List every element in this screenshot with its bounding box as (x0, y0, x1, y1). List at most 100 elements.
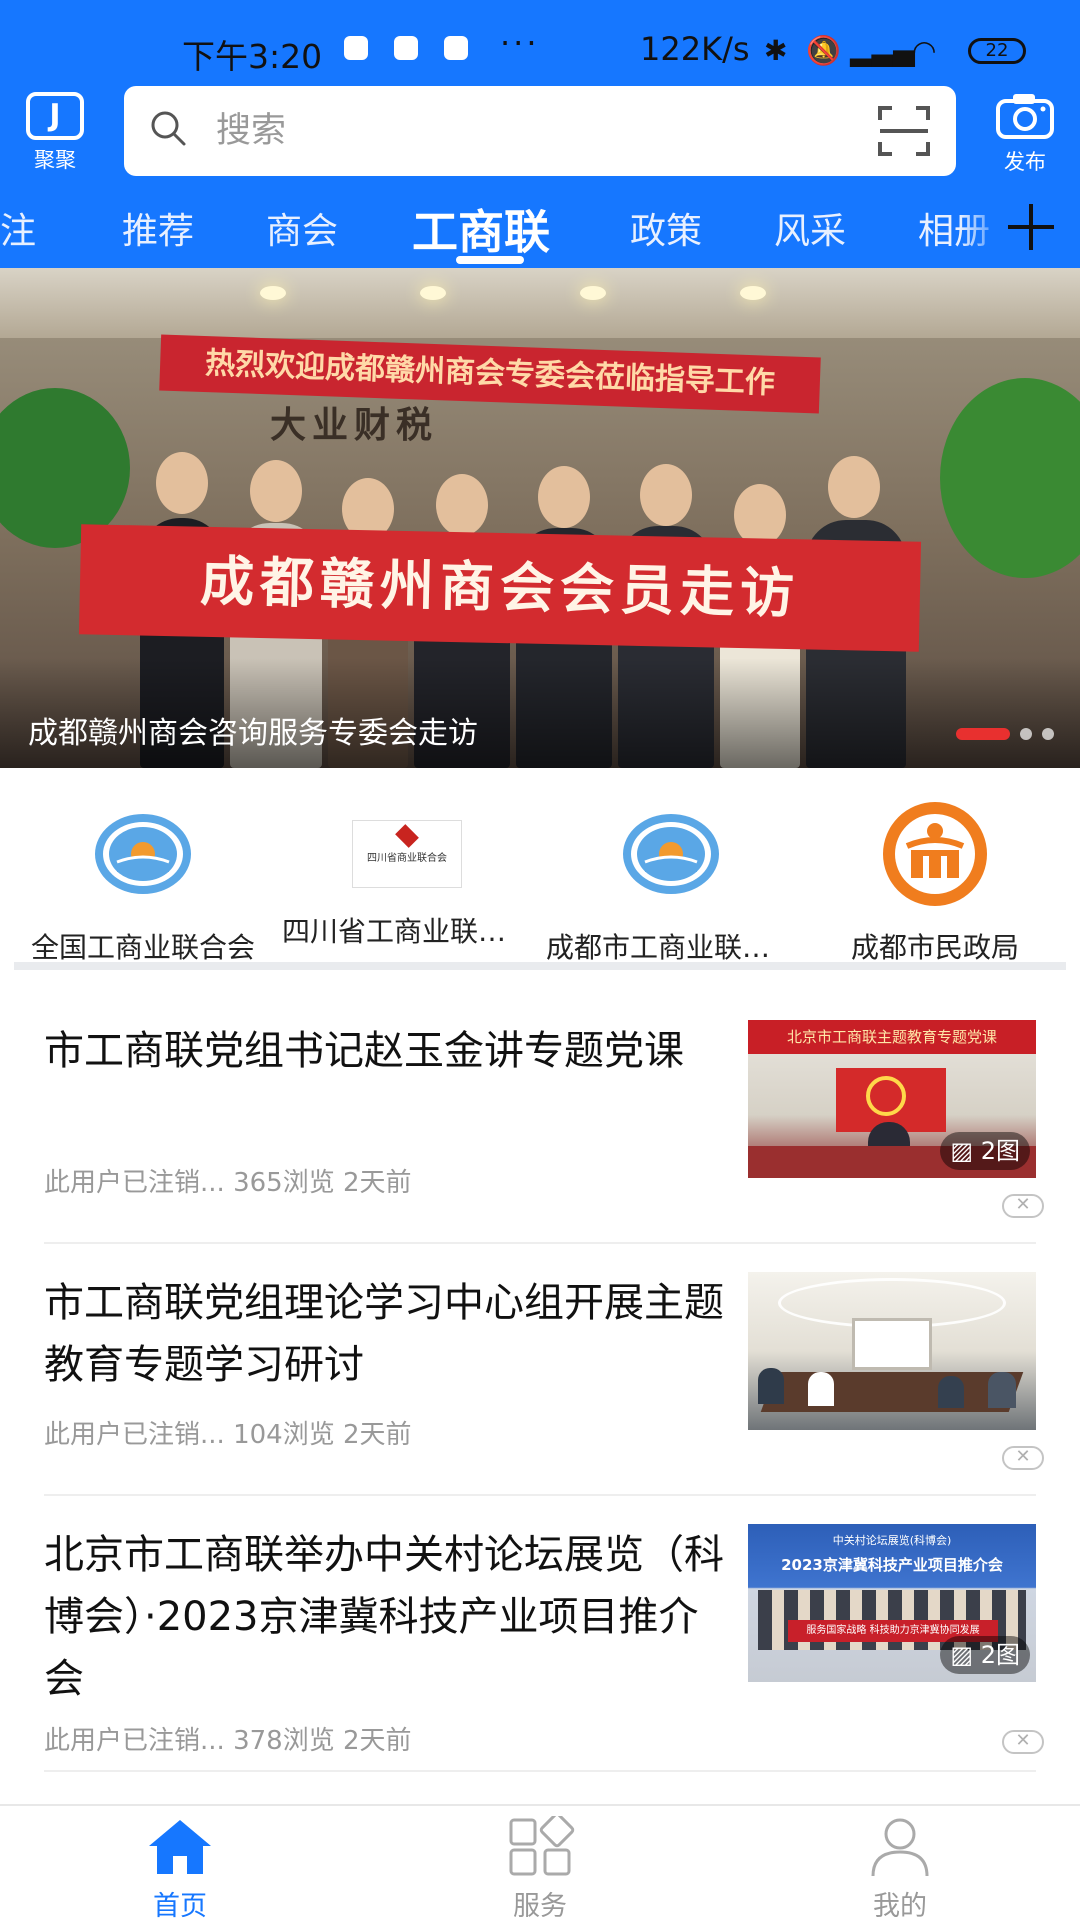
row-divider (44, 1770, 1036, 1772)
category-tabs: 关注 推荐 商会 工商联 政策 风采 相册 (0, 192, 1080, 268)
service-grid-icon (509, 1812, 575, 1876)
carousel-dot (1020, 728, 1032, 740)
battery-icon: 22 (968, 38, 1026, 64)
shortcut-label: 成都市工商业联合会 (546, 931, 799, 964)
home-icon (149, 1820, 211, 1874)
news-views: 378浏览 (233, 1726, 335, 1756)
news-feed: 市工商联党组书记赵玉金讲专题党课 北京市工商联主题教育专题党课 ▨ 2图 此用户… (0, 990, 1080, 1810)
news-views: 104浏览 (233, 1420, 335, 1450)
status-more-icon: ··· (500, 24, 540, 62)
thumb-title: 2023京津冀科技产业项目推介会 (781, 1556, 1003, 1574)
acfic-logo-icon (95, 814, 191, 894)
plant-right (940, 378, 1080, 578)
row-divider (44, 1242, 1036, 1244)
news-views: 365浏览 (233, 1168, 335, 1198)
wifi-icon: ◠ (912, 34, 937, 67)
profile-icon (871, 1818, 929, 1877)
tab-recommend[interactable]: 推荐 (122, 202, 194, 254)
add-channel-icon[interactable] (1002, 198, 1060, 256)
news-title: 市工商联党组理论学习中心组开展主题教育专题学习研讨 (44, 1280, 724, 1388)
dismiss-button[interactable]: ✕ (1002, 1446, 1044, 1470)
nav-label: 我的 (873, 1891, 927, 1920)
nav-profile[interactable]: 我的 (800, 1816, 1000, 1920)
thumb-banner: 北京市工商联主题教育专题党课 (748, 1020, 1036, 1054)
tab-chamber[interactable]: 商会 (266, 202, 338, 254)
news-meta: 此用户已注销... 104浏览 2天前 (44, 1414, 412, 1451)
search-input[interactable] (216, 96, 816, 166)
sichuan-chamber-logo-icon: 四川省商业联合会 (352, 820, 462, 888)
tab-follow[interactable]: 关注 (0, 202, 36, 254)
news-item[interactable]: 市工商联党组书记赵玉金讲专题党课 北京市工商联主题教育专题党课 ▨ 2图 此用户… (44, 1020, 1044, 1244)
news-meta: 此用户已注销... 378浏览 2天前 (44, 1720, 412, 1757)
news-author: 此用户已注销... (44, 1168, 225, 1198)
app-logo-label: 聚聚 (34, 148, 76, 172)
news-time: 2天前 (342, 1168, 412, 1198)
banner-caption: 成都赣州商会咨询服务专委会走访 (28, 716, 478, 751)
shortcut-label: 全国工商业联合会 (30, 931, 255, 964)
shortcut-label: 成都市民政局 (850, 931, 1019, 964)
carousel-dot (956, 728, 1010, 740)
mute-icon: 🔕 (806, 34, 841, 67)
app-notification-icon (444, 36, 468, 60)
bottom-navigation: 首页 服务 我的 (0, 1804, 1080, 1920)
image-icon: ▨ (950, 1641, 981, 1669)
news-title: 北京市工商联举办中关村论坛展览（科博会）·2023京津冀科技产业项目推介会 (44, 1532, 724, 1702)
news-thumbnail (748, 1272, 1036, 1430)
search-icon (151, 111, 186, 146)
app-logo-icon: J (26, 92, 84, 140)
active-tab-indicator (456, 256, 524, 264)
nav-label: 首页 (153, 1891, 207, 1920)
shortcut-sichuan-federation[interactable]: 四川省商业联合会 四川省工商业联合会 (276, 798, 538, 950)
search-bar[interactable] (124, 86, 956, 176)
news-item[interactable]: 市工商联党组理论学习中心组开展主题教育专题学习研讨 此用户已注销... 104浏… (44, 1272, 1044, 1496)
news-item[interactable]: 北京市工商联举办中关村论坛展览（科博会）·2023京津冀科技产业项目推介会 中关… (44, 1524, 1044, 1774)
news-meta: 此用户已注销... 365浏览 2天前 (44, 1162, 412, 1199)
publish-button[interactable]: 发布 (988, 92, 1062, 176)
nav-service[interactable]: 服务 (440, 1812, 640, 1920)
sichuan-logo-text: 四川省商业联合会 (367, 853, 447, 864)
banner-carousel[interactable]: 热烈欢迎成都赣州商会专委会莅临指导工作 大业财税 成都赣州商会会员走访 成都赣州… (0, 268, 1080, 768)
scan-icon[interactable] (876, 104, 932, 158)
shortcut-acfic[interactable]: 全国工商业联合会 (12, 798, 274, 966)
status-bar: 下午3:20 ··· 122K/s ✱ 🔕 ▂▃▄ ◠ 22 (0, 0, 1080, 80)
tab-policy[interactable]: 政策 (630, 202, 702, 254)
tab-federation[interactable]: 工商联 (412, 196, 550, 262)
shortcut-label: 四川省工商业联合会 (282, 915, 535, 948)
banner-ceiling (0, 268, 1080, 338)
status-time: 下午3:20 (182, 37, 323, 76)
carousel-indicator (946, 725, 1054, 744)
news-thumbnail: 北京市工商联主题教育专题党课 ▨ 2图 (748, 1020, 1036, 1178)
dismiss-button[interactable]: ✕ (1002, 1730, 1044, 1754)
section-divider (14, 962, 1066, 970)
thumb-header: 中关村论坛展览(科博会) (832, 1534, 952, 1547)
news-author: 此用户已注销... (44, 1420, 225, 1450)
acfic-logo-icon (623, 814, 719, 894)
row-divider (44, 1494, 1036, 1496)
bluetooth-icon: ✱ (764, 34, 788, 67)
tab-style[interactable]: 风采 (774, 202, 846, 254)
news-time: 2天前 (342, 1420, 412, 1450)
shortcut-civil-affairs[interactable]: 成都市民政局 (804, 798, 1066, 966)
signal-icon: ▂▃▄ (850, 34, 915, 67)
app-logo-button[interactable]: J 聚聚 (22, 92, 88, 172)
app-screen: 下午3:20 ··· 122K/s ✱ 🔕 ▂▃▄ ◠ 22 J 聚聚 搜索 发… (0, 0, 1080, 1920)
banner-welcome-sign: 热烈欢迎成都赣州商会专委会莅临指导工作 (159, 334, 821, 414)
banner-red-banner: 成都赣州商会会员走访 (78, 524, 922, 652)
carousel-dot (1042, 728, 1054, 740)
camera-icon (996, 94, 1054, 139)
org-shortcuts: 全国工商业联合会 四川省商业联合会 四川省工商业联合会 成都市工商业联合会 成都… (0, 768, 1080, 968)
top-header: 下午3:20 ··· 122K/s ✱ 🔕 ▂▃▄ ◠ 22 J 聚聚 搜索 发… (0, 0, 1080, 268)
dismiss-button[interactable]: ✕ (1002, 1194, 1044, 1218)
nav-label: 服务 (513, 1891, 567, 1920)
civil-affairs-logo-icon (883, 802, 987, 906)
image-icon: ▨ (950, 1137, 981, 1165)
news-thumbnail: 中关村论坛展览(科博会) 2023京津冀科技产业项目推介会 服务国家战略 科技助… (748, 1524, 1036, 1682)
news-title: 市工商联党组书记赵玉金讲专题党课 (44, 1028, 684, 1074)
nav-home[interactable]: 首页 (80, 1816, 280, 1920)
publish-label: 发布 (1004, 150, 1046, 174)
news-author: 此用户已注销... (44, 1726, 225, 1756)
network-speed: 122K/s (640, 30, 750, 68)
image-count-badge: ▨ 2图 (940, 1636, 1030, 1674)
app-notification-icon (394, 36, 418, 60)
shortcut-chengdu-federation[interactable]: 成都市工商业联合会 (540, 798, 802, 966)
